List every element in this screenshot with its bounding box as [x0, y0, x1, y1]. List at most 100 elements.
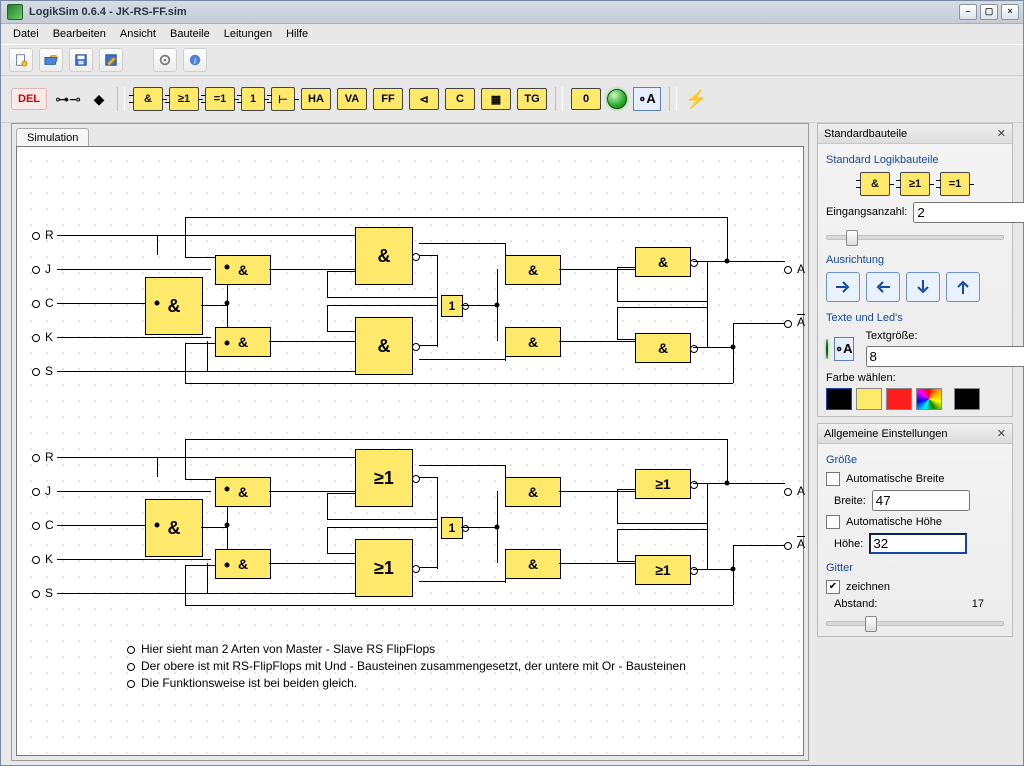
gate: ≥1: [355, 449, 413, 507]
inputs-label: Eingangsanzahl:: [826, 206, 907, 218]
dip-tool[interactable]: ▦: [481, 88, 511, 110]
gate: &: [145, 499, 203, 557]
orient-left[interactable]: [866, 272, 900, 302]
inputs-slider[interactable]: [826, 228, 1004, 244]
io-a2: A: [797, 484, 805, 498]
color-yellow[interactable]: [856, 388, 882, 410]
inputs-value[interactable]: [913, 202, 1024, 223]
save-button[interactable]: [69, 48, 93, 72]
close-button[interactable]: ×: [1001, 4, 1019, 20]
text-picker[interactable]: ∘A: [834, 337, 854, 361]
menu-parts[interactable]: Bauteile: [164, 26, 216, 42]
color-current: [954, 388, 980, 410]
gate: ≥1: [635, 469, 691, 499]
text-tool[interactable]: ∘A: [633, 87, 661, 111]
minimize-button[interactable]: –: [959, 4, 977, 20]
io-j2: J: [45, 484, 51, 498]
width-value[interactable]: [872, 490, 970, 511]
or-gate-tool[interactable]: ≥1: [169, 87, 199, 111]
new-button[interactable]: [9, 48, 33, 72]
const-zero-tool[interactable]: 0: [571, 88, 601, 110]
io-s: S: [45, 364, 53, 378]
height-value[interactable]: [869, 533, 967, 554]
group-texts: Texte und Led's: [826, 312, 1004, 324]
gate: &: [635, 333, 691, 363]
delete-tool[interactable]: DEL: [11, 88, 47, 110]
info-button[interactable]: i: [183, 48, 207, 72]
gen-close-icon[interactable]: ✕: [997, 427, 1006, 440]
open-button[interactable]: [39, 48, 63, 72]
color-red[interactable]: [886, 388, 912, 410]
io-a2-bar: A: [797, 537, 805, 551]
menu-wires[interactable]: Leitungen: [218, 26, 278, 42]
comment-3: Die Funktionsweise ist bei beiden gleich…: [127, 676, 357, 690]
gate: ≥1: [635, 555, 691, 585]
panel-close-icon[interactable]: ✕: [997, 127, 1006, 140]
orient-up[interactable]: [946, 272, 980, 302]
splitter-tool[interactable]: ⊢: [271, 87, 295, 111]
io-a: A: [797, 262, 805, 276]
gate: &: [355, 317, 413, 375]
std-xor[interactable]: =1: [940, 172, 970, 196]
edit-button[interactable]: [99, 48, 123, 72]
auto-height-checkbox[interactable]: [826, 515, 840, 529]
grid-slider[interactable]: [826, 614, 1004, 630]
gate: &: [145, 277, 203, 335]
xor-gate-tool[interactable]: =1: [205, 87, 235, 111]
ha-tool[interactable]: HA: [301, 88, 331, 110]
auto-width-checkbox[interactable]: [826, 472, 840, 486]
buffer-gate-tool[interactable]: 1: [241, 87, 265, 111]
mux-tool[interactable]: ⊲: [409, 88, 439, 110]
std-and[interactable]: &: [860, 172, 890, 196]
simulate-button[interactable]: ⚡: [685, 89, 707, 110]
schematic-canvas[interactable]: R J C K S A A R J C K S A A Hier sieh: [17, 147, 803, 755]
gen-title: Allgemeine Einstellungen: [824, 428, 948, 440]
group-grid: Gitter: [826, 562, 1004, 574]
menu-view[interactable]: Ansicht: [114, 26, 162, 42]
io-j: J: [45, 262, 51, 276]
node-tool[interactable]: ◆: [89, 91, 109, 108]
io-r2: R: [45, 450, 54, 464]
group-logic: Standard Logikbauteile: [826, 154, 1004, 166]
io-s2: S: [45, 586, 53, 600]
color-black[interactable]: [826, 388, 852, 410]
led-picker[interactable]: [826, 339, 828, 359]
gate: &: [215, 477, 271, 507]
height-label: Höhe:: [834, 538, 863, 550]
grid-dist-value: 17: [972, 598, 984, 610]
panel-title: Standardbauteile: [824, 128, 907, 140]
textsize-value[interactable]: [866, 346, 1024, 367]
app-icon: [7, 4, 23, 20]
gate: ≥1: [355, 539, 413, 597]
workspace: Simulation R J C K S A A R J C K S: [11, 123, 809, 761]
std-or[interactable]: ≥1: [900, 172, 930, 196]
menubar: Datei Bearbeiten Ansicht Bauteile Leitun…: [1, 24, 1023, 44]
component-toolstrip: DEL ⊶⊸ ◆ & ≥1 =1 1 ⊢ HA VA FF ⊲ C ▦ TG 0…: [1, 76, 1023, 123]
orient-down[interactable]: [906, 272, 940, 302]
led-tool[interactable]: [607, 89, 627, 109]
menu-file[interactable]: Datei: [7, 26, 45, 42]
menu-edit[interactable]: Bearbeiten: [47, 26, 112, 42]
auto-height-label: Automatische Höhe: [846, 516, 942, 528]
tg-tool[interactable]: TG: [517, 88, 547, 110]
menu-help[interactable]: Hilfe: [280, 26, 314, 42]
junction-tool[interactable]: ⊶⊸: [53, 91, 83, 108]
color-label: Farbe wählen:: [826, 372, 1004, 384]
gate: &: [355, 227, 413, 285]
group-orient: Ausrichtung: [826, 254, 1004, 266]
window-title: LogikSim 0.6.4 - JK-RS-FF.sim: [29, 6, 187, 18]
and-gate-tool[interactable]: &: [133, 87, 163, 111]
maximize-button[interactable]: ▢: [980, 4, 998, 20]
io-k: K: [45, 330, 53, 344]
gate: &: [505, 255, 561, 285]
grid-draw-checkbox[interactable]: ✔: [826, 580, 840, 594]
clock-tool[interactable]: C: [445, 88, 475, 110]
comment-1: Hier sieht man 2 Arten von Master - Slav…: [127, 642, 435, 656]
tab-simulation[interactable]: Simulation: [16, 128, 89, 146]
orient-right[interactable]: [826, 272, 860, 302]
settings-button[interactable]: [153, 48, 177, 72]
io-c: C: [45, 296, 54, 310]
color-picker-icon[interactable]: [916, 388, 942, 410]
ff-tool[interactable]: FF: [373, 88, 403, 110]
va-tool[interactable]: VA: [337, 88, 367, 110]
